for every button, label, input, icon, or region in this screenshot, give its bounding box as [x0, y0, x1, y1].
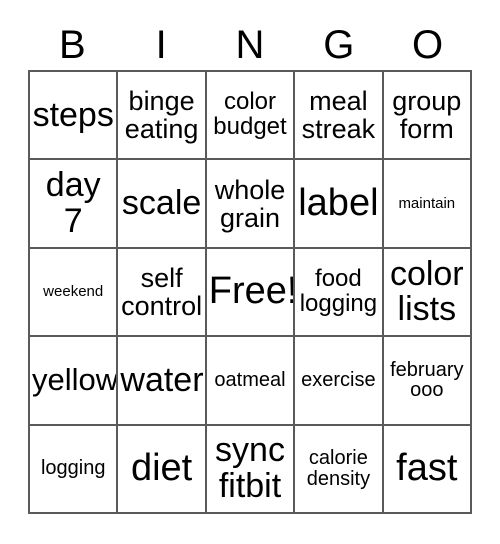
bingo-cell-label: whole grain: [214, 174, 286, 233]
bingo-cell-n4[interactable]: oatmeal: [206, 337, 296, 426]
bingo-cell-label: color budget: [213, 88, 287, 141]
bingo-free-label: Free!: [208, 270, 296, 313]
bingo-cell-label: label: [298, 181, 379, 224]
bingo-cell-n2[interactable]: whole grain: [206, 160, 296, 249]
bingo-cell-b2[interactable]: day 7: [30, 160, 119, 249]
bingo-cell-label: self control: [121, 262, 203, 321]
bingo-cell-label: day 7: [45, 166, 101, 240]
bingo-cell-label: color lists: [389, 254, 464, 328]
bingo-cell-b4[interactable]: yellow: [30, 337, 119, 426]
bingo-cell-label: exercise: [301, 368, 376, 391]
bingo-cell-o5[interactable]: fast: [383, 425, 472, 514]
bingo-cell-label: fast: [396, 447, 458, 490]
bingo-cell-g5[interactable]: calorie density: [295, 425, 384, 514]
bingo-cell-label: diet: [130, 447, 193, 490]
bingo-cell-label: steps: [32, 95, 114, 134]
header-letter-b: B: [59, 23, 86, 67]
bingo-cell-n5[interactable]: sync fitbit: [206, 425, 296, 514]
bingo-cell-o3[interactable]: color lists: [383, 248, 472, 338]
bingo-cell-i1[interactable]: binge eating: [118, 72, 207, 161]
bingo-cell-o4[interactable]: february ooo: [383, 337, 472, 426]
bingo-header-row: B I N G O: [28, 20, 472, 70]
bingo-cell-label: scale: [121, 183, 202, 222]
bingo-cell-o1[interactable]: group form: [383, 72, 472, 161]
bingo-cell-label: oatmeal: [214, 368, 286, 391]
bingo-cell-label: sync fitbit: [215, 431, 285, 505]
bingo-cell-label: meal streak: [301, 86, 376, 145]
bingo-cell-label: february ooo: [390, 358, 464, 402]
bingo-cell-label: food logging: [299, 265, 378, 317]
header-letter-g: G: [323, 23, 355, 67]
bingo-cell-i4[interactable]: water: [118, 337, 207, 426]
bingo-cell-b5[interactable]: logging: [30, 425, 119, 514]
header-letter-n: N: [235, 23, 265, 67]
bingo-cell-label: water: [120, 360, 204, 399]
bingo-cell-i5[interactable]: diet: [118, 425, 207, 514]
header-letter-i: I: [155, 23, 167, 67]
bingo-cell-b1[interactable]: steps: [30, 72, 119, 161]
bingo-cell-label: calorie density: [306, 447, 371, 490]
bingo-cell-n1[interactable]: color budget: [206, 72, 296, 161]
bingo-card: B I N G O steps binge eating color budge…: [0, 0, 500, 544]
bingo-grid: steps binge eating color budget meal str…: [28, 70, 472, 514]
bingo-cell-g2[interactable]: label: [295, 160, 384, 249]
bingo-cell-g3[interactable]: food logging: [295, 248, 384, 338]
bingo-cell-b3[interactable]: weekend: [30, 248, 119, 338]
bingo-cell-label: logging: [40, 457, 106, 480]
bingo-cell-label: weekend: [43, 283, 104, 301]
bingo-cell-i3[interactable]: self control: [118, 248, 207, 338]
bingo-cell-label: binge eating: [124, 86, 199, 145]
bingo-cell-g4[interactable]: exercise: [295, 337, 384, 426]
bingo-cell-free-space[interactable]: Free!: [206, 248, 296, 338]
bingo-cell-i2[interactable]: scale: [118, 160, 207, 249]
bingo-cell-label: maintain: [398, 194, 456, 212]
bingo-cell-g1[interactable]: meal streak: [295, 72, 384, 161]
header-letter-o: O: [412, 23, 444, 67]
bingo-cell-label: yellow: [32, 362, 119, 398]
bingo-cell-o2[interactable]: maintain: [383, 160, 472, 249]
bingo-cell-label: group form: [392, 86, 462, 145]
